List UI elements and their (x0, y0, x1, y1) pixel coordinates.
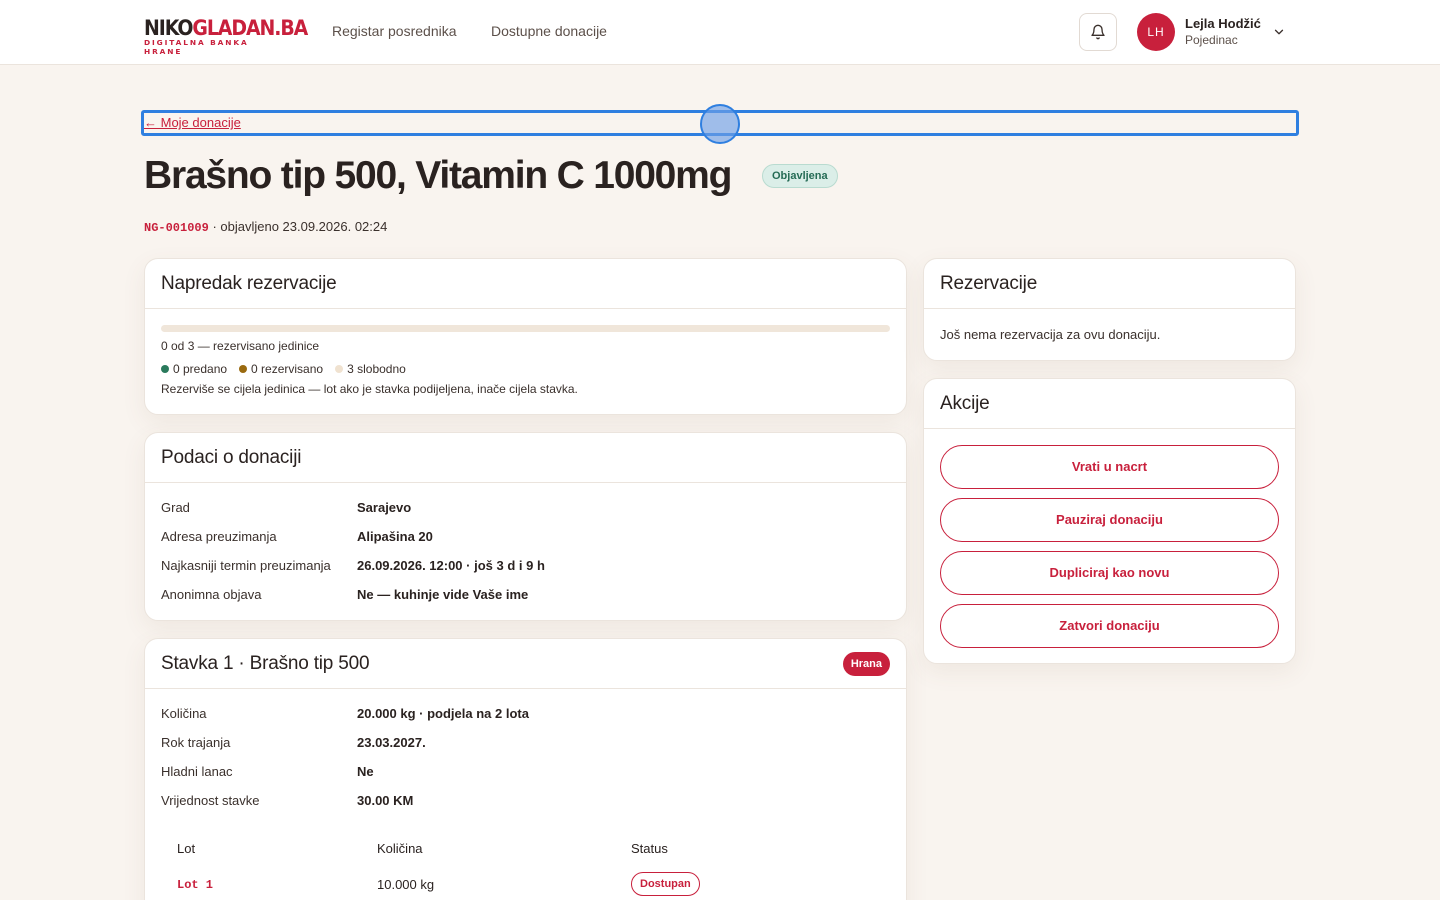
lot-quantity: 10.000 kg (377, 876, 435, 892)
table-header-row: Lot Količina Status (161, 833, 890, 863)
progress-legend: 0 predano 0 rezervisano 3 slobodno (161, 362, 890, 376)
donation-details-card: Podaci o donaciji Grad Sarajevo Adresa pr… (144, 432, 907, 621)
card-title: Rezervacije (940, 272, 1038, 294)
notifications-button[interactable] (1079, 13, 1117, 51)
lots-table: Lot Količina Status Lot 1 10.000 kg Dost… (161, 833, 890, 900)
card-title: Podaci o donaciji (161, 446, 302, 468)
item-row-kolicina: Količina 20.000 kg · podjela na 2 lota (161, 706, 529, 721)
user-role: Pojedinac (1185, 33, 1238, 47)
revert-to-draft-button[interactable]: Vrati u nacrt (940, 445, 1279, 489)
close-donation-button[interactable]: Zatvori donaciju (940, 604, 1279, 648)
card-header: Podaci o donaciji (145, 433, 906, 483)
category-badge: Hrana (842, 651, 890, 676)
legend-item-rezervisano: 0 rezervisano (239, 362, 323, 376)
card-header: Stavka 1 · Brašno tip 500 Hrana (145, 639, 906, 689)
top-navigation-bar: NIKOGLADAN.BA DIGITALNA BANKA HRANE Regi… (0, 0, 1440, 65)
user-name: Lejla Hodžić (1185, 16, 1261, 31)
card-title: Akcije (940, 392, 990, 414)
legend-dot (161, 365, 169, 373)
nav-link-registar-posrednika[interactable]: Registar posrednika (332, 23, 457, 39)
logo-wordmark: NIKOGLADAN.BA (144, 16, 308, 40)
detail-row-termin: Najkasniji termin preuzimanja 26.09.2026.… (161, 558, 545, 573)
bell-icon (1091, 24, 1105, 40)
card-title: Stavka 1 · Brašno tip 500 (161, 652, 370, 674)
reservation-note: Rezerviše se cijela jedinica — lot ako j… (161, 382, 578, 396)
actions-card: Akcije Vrati u nacrt Pauziraj donaciju D… (923, 378, 1296, 664)
table-row: Lot 1 10.000 kg Dostupan (161, 863, 890, 900)
card-header: Rezervacije (924, 259, 1295, 309)
reservation-progress-card: Napredak rezervacije 0 od 3 — rezervisan… (144, 258, 907, 415)
card-title: Napredak rezervacije (161, 272, 337, 294)
status-badge: Objavljena (762, 164, 838, 188)
card-header: Napredak rezervacije (145, 259, 906, 309)
item-row-vrijednost: Vrijednost stavke 30.00 KM (161, 793, 414, 808)
user-avatar[interactable]: LH (1137, 13, 1175, 51)
detail-row-anonimna: Anonimna objava Ne — kuhinje vide Vaše im… (161, 587, 529, 602)
reservations-empty-text: Još nema rezervacija za ovu donaciju. (940, 327, 1161, 342)
duplicate-donation-button[interactable]: Dupliciraj kao novu (940, 551, 1279, 595)
donation-code: NG-001009 (144, 221, 209, 235)
column-header-lot: Lot (177, 840, 196, 856)
back-to-my-donations-link[interactable]: ← Moje donacije (144, 115, 241, 130)
lot-status-badge: Dostupan (631, 872, 700, 896)
pointer-indicator (700, 104, 740, 144)
donation-meta: NG-001009 · objavljeno 23.09.2026. 02:24 (144, 219, 387, 235)
chevron-down-icon[interactable] (1272, 25, 1286, 39)
legend-dot (239, 365, 248, 373)
legend-dot (335, 365, 344, 373)
detail-row-adresa: Adresa preuzimanja Alipašina 20 (161, 529, 433, 544)
progress-summary: 0 od 3 — rezervisano jedinice (161, 339, 320, 353)
item-row-hladni: Hladni lanac Ne (161, 764, 374, 779)
item-card: Stavka 1 · Brašno tip 500 Hrana Količina… (144, 638, 907, 900)
pause-donation-button[interactable]: Pauziraj donaciju (940, 498, 1279, 542)
card-header: Akcije (924, 379, 1295, 429)
page-title: Brašno tip 500, Vitamin C 1000mg (144, 154, 732, 197)
column-header-kolicina: Količina (377, 840, 423, 856)
nav-link-dostupne-donacije[interactable]: Dostupne donacije (491, 23, 607, 39)
brand-logo[interactable]: NIKOGLADAN.BA DIGITALNA BANKA HRANE (144, 16, 308, 56)
detail-row-grad: Grad Sarajevo (161, 500, 412, 515)
lot-code: Lot 1 (177, 878, 214, 892)
column-header-status: Status (631, 840, 668, 856)
reservations-card: Rezervacije Još nema rezervacija za ovu … (923, 258, 1296, 361)
reservation-progress-bar (161, 325, 890, 332)
item-row-rok: Rok trajanja 23.03.2027. (161, 735, 426, 750)
legend-item-slobodno: 3 slobodno (335, 362, 406, 376)
published-date: · objavljeno 23.09.2026. 02:24 (212, 219, 388, 234)
logo-tagline: DIGITALNA BANKA HRANE (144, 38, 249, 56)
legend-item-predano: 0 predano (161, 362, 227, 376)
